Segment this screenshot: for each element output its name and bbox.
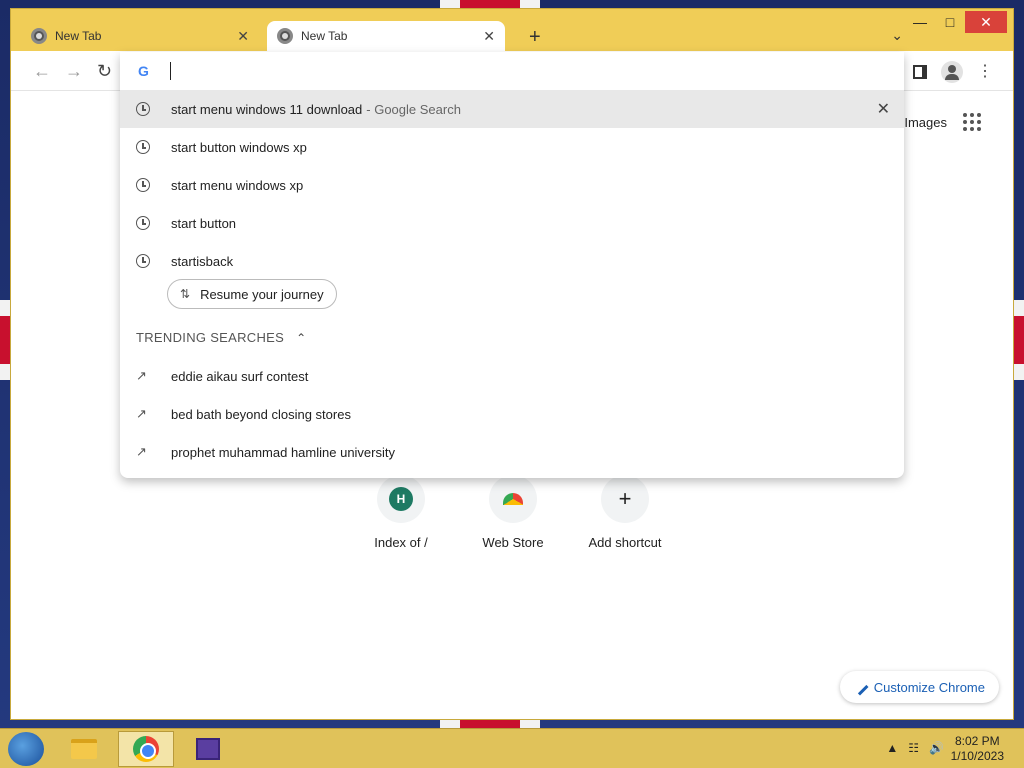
omnibox-input[interactable]: G <box>120 52 904 90</box>
history-clock-icon <box>136 140 150 154</box>
omnibox-dropdown: G start menu windows 11 download - Googl… <box>120 52 904 478</box>
chrome-menu-icon[interactable]: ⋮ <box>977 64 993 80</box>
resume-journey-button[interactable]: ⇅ Resume your journey <box>167 279 337 309</box>
shortcut-letter-icon: H <box>389 487 413 511</box>
shortcut-tile: H <box>377 475 425 523</box>
start-button[interactable] <box>8 732 44 766</box>
suggestion-text: start button <box>171 215 237 231</box>
shortcut-label: Add shortcut <box>588 535 662 550</box>
text-caret <box>170 62 171 80</box>
shortcut-label: Web Store <box>482 535 544 550</box>
tab-search-chevron-icon[interactable]: ⌄ <box>891 27 903 44</box>
shortcut-index[interactable]: H Index of / <box>346 475 456 550</box>
suggestion-text: prophet muhammad hamline university <box>171 444 395 460</box>
history-suggestion[interactable]: start menu windows xp <box>120 166 904 204</box>
suggestion-text: start menu windows xp <box>171 177 304 193</box>
history-clock-icon <box>136 216 150 230</box>
side-panel-icon[interactable] <box>913 65 927 79</box>
close-window-button[interactable]: ✕ <box>965 11 1007 33</box>
customize-chrome-button[interactable]: Customize Chrome <box>839 671 999 703</box>
history-suggestion[interactable]: start button windows xp <box>120 128 904 166</box>
taskbar: ▲ ☷ 🔊 8:02 PM 1/10/2023 <box>0 728 1024 768</box>
chrome-favicon-icon <box>277 28 293 44</box>
tab-title: New Tab <box>55 29 102 43</box>
forward-button[interactable]: → <box>65 61 83 82</box>
calendar-icon <box>196 738 220 760</box>
suggestion-text: start menu windows 11 download <box>171 101 363 117</box>
reload-button[interactable]: ↻ <box>97 61 112 82</box>
maximize-button[interactable]: □ <box>935 11 965 33</box>
google-apps-icon[interactable] <box>963 113 981 131</box>
remove-suggestion-icon[interactable]: ✕ <box>877 99 890 119</box>
clock-time: 8:02 PM <box>954 734 1000 748</box>
tab-new-tab-1[interactable]: New Tab ✕ <box>21 21 259 51</box>
taskbar-clock[interactable]: 8:02 PM 1/10/2023 <box>951 734 1004 764</box>
tab-new-tab-2[interactable]: New Tab ✕ <box>267 21 505 51</box>
system-tray: ▲ ☷ 🔊 <box>886 741 944 755</box>
shortcut-web-store[interactable]: Web Store <box>458 475 568 550</box>
trending-header[interactable]: TRENDING SEARCHES ⌃ <box>136 330 306 345</box>
shortcut-tile <box>489 475 537 523</box>
trending-title: TRENDING SEARCHES <box>136 330 285 345</box>
plus-icon: + <box>618 486 632 511</box>
images-link[interactable]: Images <box>904 115 947 130</box>
chrome-favicon-icon <box>31 28 47 44</box>
trending-arrow-icon: ↗ <box>136 368 147 383</box>
network-icon[interactable]: ☷ <box>908 741 919 755</box>
shortcut-tile: + <box>601 475 649 523</box>
shortcut-add[interactable]: + Add shortcut <box>570 475 680 550</box>
suggestion-text: bed bath beyond closing stores <box>171 406 351 422</box>
journey-icon: ⇅ <box>180 287 191 301</box>
new-tab-button[interactable]: + <box>529 26 541 49</box>
journey-label: Resume your journey <box>200 286 324 302</box>
history-clock-icon <box>136 102 150 116</box>
history-suggestion[interactable]: startisback <box>120 242 904 280</box>
trending-suggestion[interactable]: ↗ prophet muhammad hamline university <box>120 433 904 471</box>
tab-strip: New Tab ✕ New Tab ✕ + <box>21 21 921 51</box>
trending-arrow-icon: ↗ <box>136 406 147 421</box>
trending-suggestion[interactable]: ↗ bed bath beyond closing stores <box>120 395 904 433</box>
google-g-icon: G <box>138 63 149 79</box>
chrome-icon <box>133 736 159 762</box>
trending-arrow-icon: ↗ <box>136 444 147 459</box>
profile-avatar-icon[interactable] <box>941 61 963 83</box>
taskbar-calendar-app[interactable] <box>180 731 236 767</box>
customize-label: Customize Chrome <box>873 679 985 695</box>
taskbar-explorer[interactable] <box>56 731 112 767</box>
tray-expand-icon[interactable]: ▲ <box>886 741 898 755</box>
volume-icon[interactable]: 🔊 <box>929 741 944 755</box>
suggestion-text: eddie aikau surf contest <box>171 368 309 384</box>
taskbar-chrome[interactable] <box>118 731 174 767</box>
tab-close-icon[interactable]: ✕ <box>237 28 249 45</box>
pencil-icon <box>851 678 869 696</box>
chevron-up-icon[interactable]: ⌃ <box>296 331 306 345</box>
history-suggestion[interactable]: start menu windows 11 download - Google … <box>120 90 904 128</box>
toolbar-actions: ⋮ <box>913 61 993 83</box>
back-button[interactable]: ← <box>33 61 51 82</box>
history-clock-icon <box>136 178 150 192</box>
suggestion-suffix: - Google Search <box>366 101 461 117</box>
suggestion-text: startisback <box>171 253 234 269</box>
tab-close-icon[interactable]: ✕ <box>483 28 495 45</box>
suggestion-text: start button windows xp <box>171 139 307 155</box>
tab-title: New Tab <box>301 29 348 43</box>
shortcut-label: Index of / <box>374 535 428 550</box>
history-suggestion[interactable]: start button <box>120 204 904 242</box>
history-clock-icon <box>136 254 150 268</box>
webstore-icon <box>503 493 523 505</box>
clock-date: 1/10/2023 <box>950 749 1004 763</box>
trending-suggestion[interactable]: ↗ eddie aikau surf contest <box>120 357 904 395</box>
folder-icon <box>71 739 97 759</box>
